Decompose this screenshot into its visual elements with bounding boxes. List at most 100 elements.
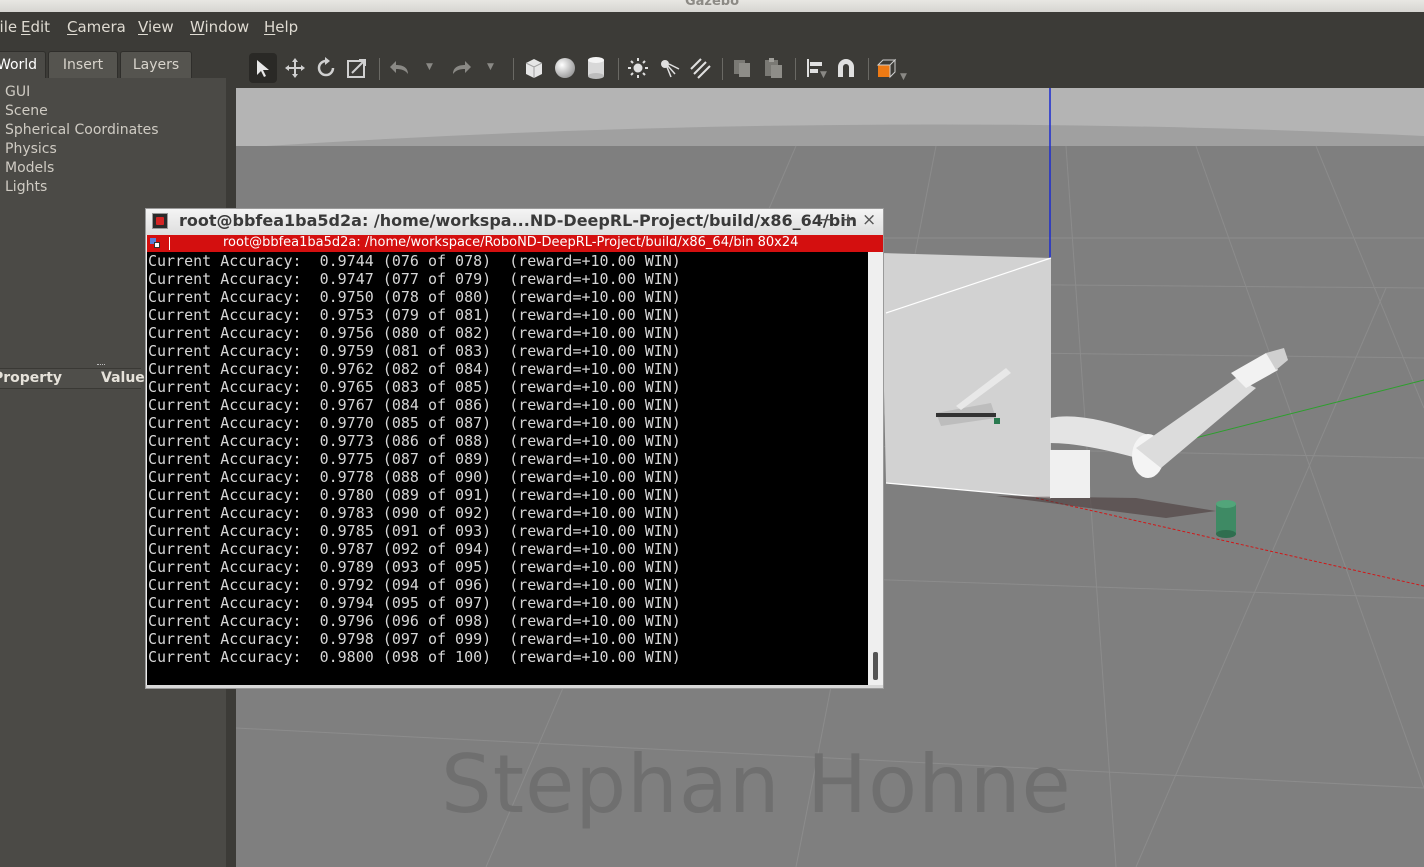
- sphere-shape-button[interactable]: [551, 53, 579, 83]
- terminal-line: Current Accuracy: 0.9792 (094 of 096) (r…: [148, 576, 681, 594]
- terminal-line: Current Accuracy: 0.9762 (082 of 084) (r…: [148, 360, 681, 378]
- rotate-icon: [317, 57, 335, 77]
- move-arrows-icon: [285, 58, 305, 78]
- tab-insert[interactable]: Insert: [48, 51, 118, 78]
- menu-camera[interactable]: Camera: [67, 18, 126, 36]
- view-cube-icon: [876, 58, 897, 79]
- terminal-line: Current Accuracy: 0.9800 (098 of 100) (r…: [148, 648, 681, 666]
- paste-button[interactable]: [759, 53, 787, 83]
- magnet-icon: [838, 59, 854, 77]
- toolbar-separator: [722, 58, 723, 80]
- box-icon: [525, 59, 543, 78]
- target-cylinder: [1216, 500, 1236, 538]
- left-panel-tabs: World Insert Layers: [0, 48, 226, 78]
- world-tree: GUI Scene Spherical Coordinates Physics …: [5, 83, 159, 197]
- cylinder-icon: [588, 57, 604, 79]
- close-button[interactable]: ×: [862, 210, 876, 230]
- terminal-line: Current Accuracy: 0.9775 (087 of 089) (r…: [148, 450, 681, 468]
- translate-tool-button[interactable]: [281, 53, 309, 83]
- terminal-line: Current Accuracy: 0.9789 (093 of 095) (r…: [148, 558, 681, 576]
- terminal-line: Current Accuracy: 0.9759 (081 of 083) (r…: [148, 342, 681, 360]
- terminal-line: Current Accuracy: 0.9744 (076 of 078) (r…: [148, 252, 681, 270]
- terminal-line: Current Accuracy: 0.9753 (079 of 081) (r…: [148, 306, 681, 324]
- value-column-header[interactable]: Value: [101, 370, 145, 386]
- terminal-line: Current Accuracy: 0.9783 (090 of 092) (r…: [148, 504, 681, 522]
- point-light-button[interactable]: [624, 53, 652, 83]
- undo-history-icon[interactable]: ▼: [426, 62, 433, 72]
- terminal-scrollbar[interactable]: [868, 252, 883, 685]
- terminal-line: Current Accuracy: 0.9796 (096 of 098) (r…: [148, 612, 681, 630]
- menu-edit[interactable]: Edit: [21, 18, 50, 36]
- undo-button[interactable]: [386, 53, 414, 83]
- tree-item-models[interactable]: Models: [5, 159, 159, 178]
- copy-button[interactable]: [728, 53, 756, 83]
- directional-light-icon: [690, 58, 711, 79]
- terminal-session-bar: root@bbfea1ba5d2a: /home/workspace/RoboN…: [147, 235, 883, 252]
- property-column-header[interactable]: Property: [0, 370, 62, 386]
- box-shape-button[interactable]: [520, 53, 548, 83]
- session-bar-separator: [169, 237, 170, 250]
- undo-icon: [390, 61, 408, 74]
- terminal-line: Current Accuracy: 0.9794 (095 of 097) (r…: [148, 594, 681, 612]
- minimize-button[interactable]: −: [819, 210, 833, 230]
- align-options-icon[interactable]: ▼: [820, 70, 827, 80]
- tree-item-gui[interactable]: GUI: [5, 83, 159, 102]
- session-icon: [150, 238, 161, 249]
- redo-button[interactable]: [447, 53, 475, 83]
- tab-world[interactable]: World: [0, 51, 46, 78]
- toolbar-separator: [868, 58, 869, 80]
- point-light-icon: [628, 58, 648, 78]
- directional-light-button[interactable]: [686, 53, 714, 83]
- menu-file[interactable]: File: [0, 18, 17, 36]
- terminal-title-bar[interactable]: root@bbfea1ba5d2a: /home/workspa...ND-De…: [146, 209, 883, 235]
- terminal-line: Current Accuracy: 0.9780 (089 of 091) (r…: [148, 486, 681, 504]
- cylinder-shape-button[interactable]: [582, 53, 610, 83]
- os-title-bar: Gazebo: [0, 0, 1424, 12]
- watermark-text: Stephan Hohne: [441, 738, 1072, 831]
- menu-help[interactable]: Help: [264, 18, 298, 36]
- terminal-output[interactable]: Current Accuracy: 0.9744 (076 of 078) (r…: [147, 252, 868, 685]
- toolbar-separator: [379, 58, 380, 80]
- toolbar: ▼ ▼ ▼ ▼: [236, 48, 1424, 88]
- view-angle-options-icon[interactable]: ▼: [900, 72, 907, 82]
- terminal-bottom-edge: [146, 685, 883, 688]
- scale-tool-button[interactable]: [343, 53, 371, 83]
- maximize-button[interactable]: +: [841, 210, 855, 230]
- terminal-line: Current Accuracy: 0.9773 (086 of 088) (r…: [148, 432, 681, 450]
- toolbar-separator: [795, 58, 796, 80]
- terminal-line: Current Accuracy: 0.9767 (084 of 086) (r…: [148, 396, 681, 414]
- scale-icon: [347, 59, 366, 78]
- spot-light-button[interactable]: [655, 53, 683, 83]
- session-bar-title: root@bbfea1ba5d2a: /home/workspace/RoboN…: [223, 235, 799, 250]
- redo-history-icon[interactable]: ▼: [487, 62, 494, 72]
- tab-layers[interactable]: Layers: [120, 51, 192, 78]
- view-angle-button[interactable]: [874, 53, 902, 83]
- terminal-title: root@bbfea1ba5d2a: /home/workspa...ND-De…: [179, 211, 858, 230]
- terminal-line: Current Accuracy: 0.9747 (077 of 079) (r…: [148, 270, 681, 288]
- snap-button[interactable]: [832, 53, 860, 83]
- terminal-line: Current Accuracy: 0.9778 (088 of 090) (r…: [148, 468, 681, 486]
- arrow-cursor-icon: [257, 60, 269, 77]
- paste-icon: [765, 58, 782, 78]
- terminal-window[interactable]: root@bbfea1ba5d2a: /home/workspa...ND-De…: [145, 208, 884, 689]
- tree-item-scene[interactable]: Scene: [5, 102, 159, 121]
- terminal-app-icon: [152, 213, 168, 229]
- camera-panel: [881, 253, 1051, 498]
- copy-icon: [734, 60, 750, 77]
- toolbar-separator: [513, 58, 514, 80]
- menu-bar: File Edit Camera View Window Help: [0, 12, 1424, 48]
- menu-view[interactable]: View: [138, 18, 174, 36]
- redo-icon: [453, 61, 471, 74]
- tree-item-physics[interactable]: Physics: [5, 140, 159, 159]
- sphere-icon: [555, 58, 575, 78]
- tree-item-spherical-coordinates[interactable]: Spherical Coordinates: [5, 121, 159, 140]
- select-tool-button[interactable]: [249, 53, 277, 83]
- terminal-line: Current Accuracy: 0.9765 (083 of 085) (r…: [148, 378, 681, 396]
- terminal-scrollbar-thumb[interactable]: [873, 652, 878, 680]
- tree-item-lights[interactable]: Lights: [5, 178, 159, 197]
- terminal-line: Current Accuracy: 0.9750 (078 of 080) (r…: [148, 288, 681, 306]
- rotate-tool-button[interactable]: [312, 53, 340, 83]
- menu-window[interactable]: Window: [190, 18, 249, 36]
- terminal-line: Current Accuracy: 0.9756 (080 of 082) (r…: [148, 324, 681, 342]
- property-table-header: Property Value: [0, 368, 145, 389]
